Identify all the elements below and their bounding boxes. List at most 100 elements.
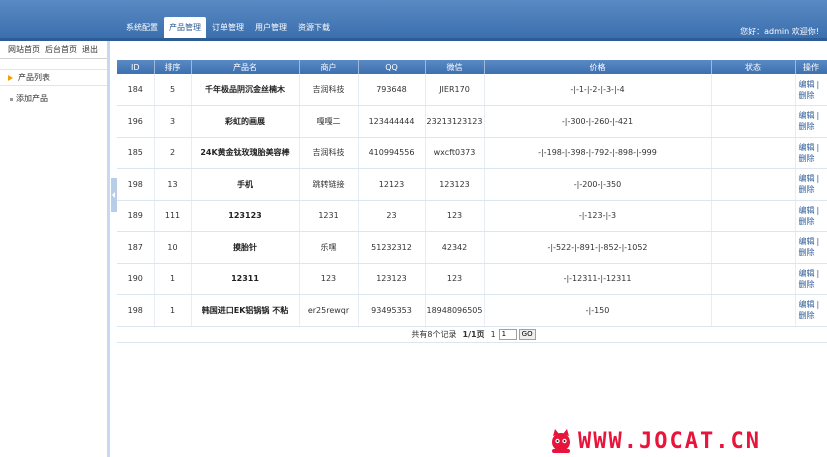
table-row: 198 13 手机 跳转链接 12123 123123 -|-200-|-350 编辑 |删除 xyxy=(117,168,827,201)
edit-link[interactable]: 编辑 xyxy=(799,206,815,215)
cell-sort: 111 xyxy=(154,200,192,232)
cell-product-name: 千年极品阴沉金丝楠木 xyxy=(191,74,300,106)
cell-qq: 410994556 xyxy=(358,137,426,169)
edit-link[interactable]: 编辑 xyxy=(799,80,815,89)
cell-status xyxy=(711,105,796,138)
page-status: 1/1页 xyxy=(462,329,485,339)
sidebar-item-product-list[interactable]: 产品列表 xyxy=(0,69,107,86)
watermark: WWW.JOCAT.CN xyxy=(548,426,823,456)
cell-id: 198 xyxy=(117,168,155,201)
cell-price: -|-150 xyxy=(484,294,712,327)
main-content: ID 排序 产品名 商户 QQ 微信 价格 状态 操作 184 5 千年极品阴沉金丝… xyxy=(117,60,827,343)
col-header-sort: 排序 xyxy=(154,60,192,74)
cell-product-name: 24K黄金钛玫瑰胎美容棒 xyxy=(191,137,300,169)
table-row: 184 5 千年极品阴沉金丝楠木 吉润科技 793648 JIER170 -|-1-|-2-… xyxy=(117,74,827,106)
delete-link[interactable]: 删除 xyxy=(799,91,815,100)
cell-qq: 93495353 xyxy=(358,294,426,327)
cell-actions: 编辑 |删除 xyxy=(795,231,827,264)
action-separator: | xyxy=(816,142,820,152)
cat-logo-icon xyxy=(552,429,570,453)
cell-price: -|-198-|-398-|-792-|-898-|-999 xyxy=(484,137,712,169)
sidebar-item-label: 添加产品 xyxy=(16,94,48,103)
left-sidebar: 网站首页 后台首页 退出 产品列表 添加产品 xyxy=(0,41,110,457)
cell-merchant: 1231 xyxy=(299,200,359,232)
username: admin xyxy=(764,27,790,36)
cell-wechat: 23213123123 xyxy=(425,105,485,138)
cell-wechat: 123123 xyxy=(425,168,485,201)
quick-links: 网站首页 后台首页 退出 xyxy=(0,41,107,59)
cell-qq: 123444444 xyxy=(358,105,426,138)
page-number-link[interactable]: 1 xyxy=(491,330,496,339)
cell-merchant: 吉润科技 xyxy=(299,74,359,106)
welcome-suffix: 欢迎你! xyxy=(791,27,819,36)
page-jump-input[interactable] xyxy=(498,328,517,340)
cell-wechat: wxcft0373 xyxy=(425,137,485,169)
link-site-home[interactable]: 网站首页 xyxy=(8,44,40,55)
delete-link[interactable]: 删除 xyxy=(799,280,815,289)
cell-price: -|-12311-|-12311 xyxy=(484,263,712,295)
sidebar-item-label: 产品列表 xyxy=(18,73,50,82)
cell-price: -|-123-|-3 xyxy=(484,200,712,232)
cell-qq: 793648 xyxy=(358,74,426,106)
cell-product-name: 摸胎针 xyxy=(191,231,300,264)
welcome-text: 您好：admin 欢迎你! xyxy=(740,26,819,37)
cell-id: 184 xyxy=(117,74,155,106)
edit-link[interactable]: 编辑 xyxy=(799,300,815,309)
nav-order-management[interactable]: 订单管理 xyxy=(207,17,249,38)
link-logout[interactable]: 退出 xyxy=(82,44,98,55)
action-separator: | xyxy=(816,174,820,184)
cell-status xyxy=(711,74,796,106)
table-header-row: ID 排序 产品名 商户 QQ 微信 价格 状态 操作 xyxy=(117,60,827,74)
cell-wechat: 42342 xyxy=(425,231,485,264)
chevron-left-icon xyxy=(112,192,115,198)
cell-status xyxy=(711,137,796,169)
cell-actions: 编辑 |删除 xyxy=(795,263,827,295)
sidebar-item-add-product[interactable]: 添加产品 xyxy=(0,91,107,107)
nav-product-management[interactable]: 产品管理 xyxy=(164,17,206,38)
delete-link[interactable]: 删除 xyxy=(799,185,815,194)
delete-link[interactable]: 删除 xyxy=(799,122,815,131)
cell-actions: 编辑 |删除 xyxy=(795,168,827,201)
nav-user-management[interactable]: 用户管理 xyxy=(250,17,292,38)
cell-qq: 51232312 xyxy=(358,231,426,264)
cell-qq: 123123 xyxy=(358,263,426,295)
product-table: ID 排序 产品名 商户 QQ 微信 价格 状态 操作 184 5 千年极品阴沉金丝… xyxy=(117,60,827,327)
cell-actions: 编辑 |删除 xyxy=(795,105,827,138)
delete-link[interactable]: 删除 xyxy=(799,154,815,163)
edit-link[interactable]: 编辑 xyxy=(799,111,815,120)
edit-link[interactable]: 编辑 xyxy=(799,237,815,246)
cell-status xyxy=(711,231,796,264)
cell-status xyxy=(711,168,796,201)
edit-link[interactable]: 编辑 xyxy=(799,269,815,278)
welcome-prefix: 您好： xyxy=(740,27,765,36)
action-separator: | xyxy=(816,237,820,247)
delete-link[interactable]: 删除 xyxy=(799,217,815,226)
cell-merchant: 跳转链接 xyxy=(299,168,359,201)
cell-id: 190 xyxy=(117,263,155,295)
cell-sort: 13 xyxy=(154,168,192,201)
col-header-qq: QQ xyxy=(358,60,426,74)
cell-sort: 2 xyxy=(154,137,192,169)
cell-price: -|-522-|-891-|-852-|-1052 xyxy=(484,231,712,264)
cell-merchant: 123 xyxy=(299,263,359,295)
cell-product-name: 123123 xyxy=(191,200,300,232)
table-row: 185 2 24K黄金钛玫瑰胎美容棒 吉润科技 410994556 wxcft0373 -|… xyxy=(117,137,827,169)
table-row: 190 1 12311 123 123123 123 -|-12311-|-12311 编辑 |… xyxy=(117,263,827,295)
cell-status xyxy=(711,294,796,327)
cell-wechat: 123 xyxy=(425,200,485,232)
cell-merchant: 吉润科技 xyxy=(299,137,359,169)
col-header-name: 产品名 xyxy=(191,60,300,74)
edit-link[interactable]: 编辑 xyxy=(799,174,815,183)
edit-link[interactable]: 编辑 xyxy=(799,143,815,152)
cell-price: -|-200-|-350 xyxy=(484,168,712,201)
cell-product-name: 彩虹的画展 xyxy=(191,105,300,138)
col-header-status: 状态 xyxy=(711,60,796,74)
delete-link[interactable]: 删除 xyxy=(799,311,815,320)
go-button[interactable]: GO xyxy=(518,328,536,340)
nav-system-config[interactable]: 系统配置 xyxy=(121,17,163,38)
table-row: 187 10 摸胎针 乐嘿 51232312 42342 -|-522-|-891-|-85… xyxy=(117,231,827,264)
nav-resource-download[interactable]: 资源下载 xyxy=(293,17,335,38)
delete-link[interactable]: 删除 xyxy=(799,248,815,257)
header-divider xyxy=(0,38,827,41)
link-admin-home[interactable]: 后台首页 xyxy=(45,44,77,55)
